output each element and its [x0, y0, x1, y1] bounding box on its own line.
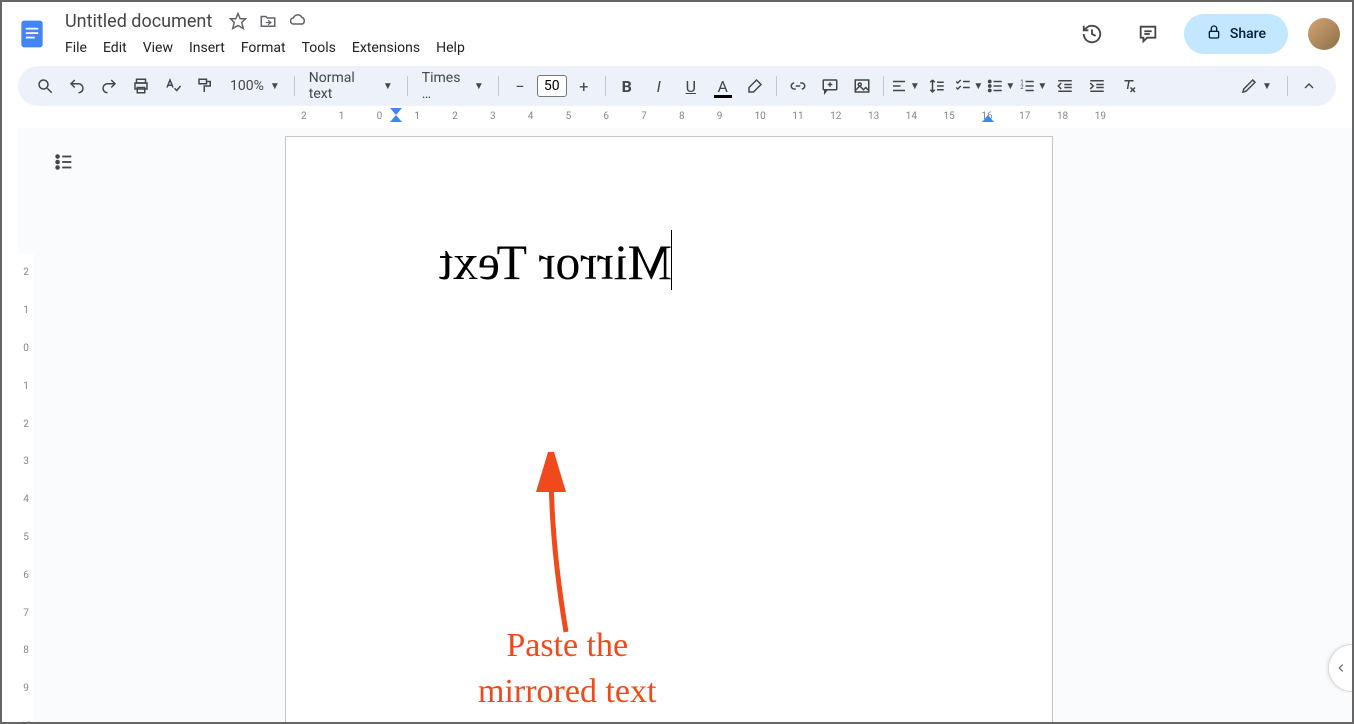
- collapse-toolbar-icon[interactable]: [1294, 71, 1324, 101]
- clear-formatting-icon[interactable]: [1114, 71, 1144, 101]
- redo-icon[interactable]: [94, 71, 124, 101]
- document-outline-icon[interactable]: [46, 144, 82, 180]
- menu-tools[interactable]: Tools: [295, 36, 343, 60]
- numbered-list-icon[interactable]: 12▼: [1018, 71, 1048, 101]
- toolbar-separator: [294, 76, 295, 96]
- paint-format-icon[interactable]: [190, 71, 220, 101]
- lock-icon: [1206, 24, 1222, 44]
- toolbar-separator: [498, 76, 499, 96]
- zoom-dropdown[interactable]: 100%▼: [222, 71, 288, 101]
- italic-icon[interactable]: I: [644, 71, 674, 101]
- highlight-color-icon[interactable]: [740, 71, 770, 101]
- share-label: Share: [1230, 26, 1266, 42]
- print-icon[interactable]: [126, 71, 156, 101]
- insert-link-icon[interactable]: [783, 71, 813, 101]
- underline-icon[interactable]: U: [676, 71, 706, 101]
- text-color-icon[interactable]: A: [708, 71, 738, 101]
- toolbar: 100%▼ Normal text▼ Times …▼ − + B I U A …: [18, 66, 1336, 106]
- toolbar-separator: [883, 76, 884, 96]
- align-dropdown-icon[interactable]: ▼: [890, 71, 920, 101]
- right-indent-marker-icon[interactable]: [982, 108, 994, 122]
- toolbar-separator: [605, 76, 606, 96]
- font-size-decrease-icon[interactable]: −: [505, 71, 535, 101]
- history-icon[interactable]: [1072, 14, 1112, 54]
- toolbar-separator: [776, 76, 777, 96]
- font-size-increase-icon[interactable]: +: [569, 71, 599, 101]
- bold-icon[interactable]: B: [612, 71, 642, 101]
- undo-icon[interactable]: [62, 71, 92, 101]
- menu-insert[interactable]: Insert: [182, 36, 232, 60]
- toolbar-separator: [407, 76, 408, 96]
- annotation-text: Paste the mirrored text: [478, 623, 656, 715]
- title-area: Untitled document File Edit View Insert …: [58, 9, 1072, 60]
- paragraph-style-dropdown[interactable]: Normal text▼: [301, 71, 401, 101]
- increase-indent-icon[interactable]: [1082, 71, 1112, 101]
- line-spacing-icon[interactable]: [922, 71, 952, 101]
- font-dropdown[interactable]: Times …▼: [414, 71, 492, 101]
- menu-edit[interactable]: Edit: [96, 36, 134, 60]
- spellcheck-icon[interactable]: [158, 71, 188, 101]
- user-avatar[interactable]: [1308, 18, 1340, 50]
- move-icon[interactable]: [259, 12, 277, 30]
- comments-icon[interactable]: [1128, 14, 1168, 54]
- vertical-ruler[interactable]: 2101234567891011121314: [18, 254, 34, 722]
- menu-file[interactable]: File: [58, 36, 94, 60]
- text-cursor: [671, 230, 672, 290]
- left-indent-marker-icon[interactable]: [390, 108, 402, 122]
- menu-help[interactable]: Help: [429, 36, 472, 60]
- menu-format[interactable]: Format: [234, 36, 293, 60]
- document-title[interactable]: Untitled document: [58, 9, 219, 34]
- docs-logo-icon[interactable]: [14, 16, 50, 52]
- font-size-input[interactable]: [537, 75, 567, 97]
- bulleted-list-icon[interactable]: ▼: [986, 71, 1016, 101]
- checklist-icon[interactable]: ▼: [954, 71, 984, 101]
- annotation-arrow-icon: [516, 452, 596, 642]
- menu-extensions[interactable]: Extensions: [345, 36, 427, 60]
- share-button[interactable]: Share: [1184, 14, 1288, 54]
- canvas-area: 2101234567891011121314 Mirror Text Paste…: [18, 128, 1352, 722]
- toolbar-separator: [1287, 76, 1288, 96]
- search-menus-icon[interactable]: [30, 71, 60, 101]
- add-comment-icon[interactable]: [815, 71, 845, 101]
- menu-view[interactable]: View: [136, 36, 180, 60]
- cloud-status-icon[interactable]: [289, 12, 307, 30]
- side-panel-toggle-icon[interactable]: [1328, 644, 1352, 692]
- editing-mode-dropdown[interactable]: ▼: [1231, 71, 1281, 101]
- mirrored-text-content[interactable]: Mirror Text: [439, 233, 672, 291]
- menu-bar: File Edit View Insert Format Tools Exten…: [58, 36, 1072, 60]
- document-body[interactable]: Mirror Text: [286, 137, 1052, 387]
- svg-text:2: 2: [1021, 84, 1025, 91]
- decrease-indent-icon[interactable]: [1050, 71, 1080, 101]
- app-header: Untitled document File Edit View Insert …: [2, 2, 1352, 58]
- insert-image-icon[interactable]: [847, 71, 877, 101]
- document-page[interactable]: Mirror Text: [285, 136, 1053, 722]
- star-icon[interactable]: [229, 12, 247, 30]
- horizontal-ruler[interactable]: 21012345678910111213141516171819: [18, 108, 1336, 124]
